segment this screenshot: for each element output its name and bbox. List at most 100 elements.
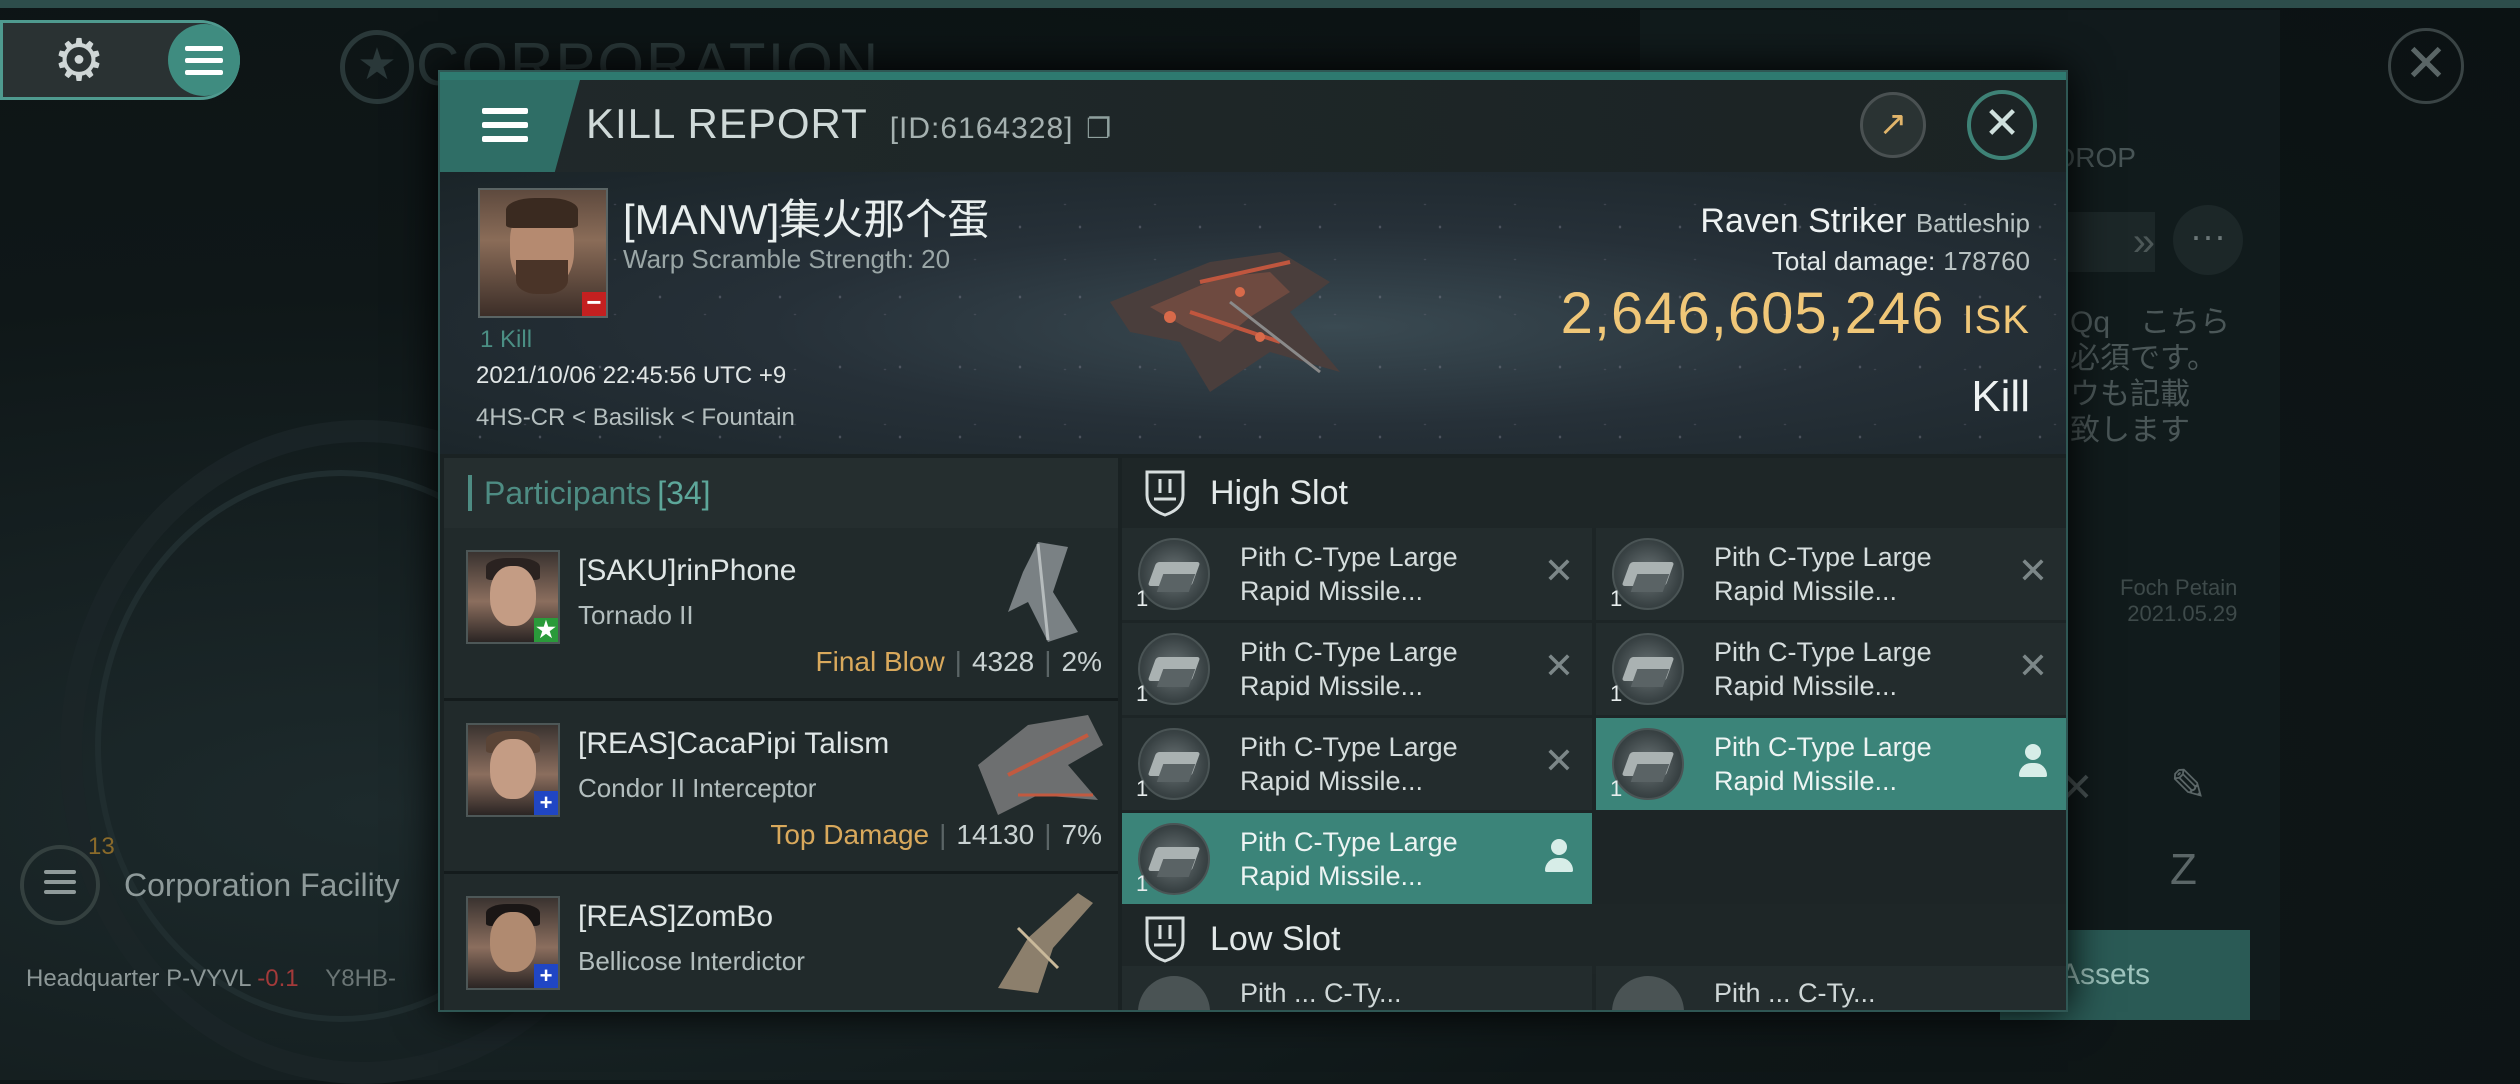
low-slot-section: Low Slot Pith ... C-Ty... Pith ... C-Ty.… [1122,904,2066,1010]
sleep-settings-icon[interactable]: Z [2170,845,2197,895]
kill-datetime: 2021/10/06 22:45:56 UTC +9 [476,362,787,389]
participant-ship-image [998,893,1093,993]
module-qty: 1 [1136,871,1149,896]
dialog-title: KILL REPORT [ID:6164328] ❐ [586,100,1112,148]
plus-badge-icon: + [534,791,558,815]
module-name: Pith ... C-Ty... [1240,978,1402,1008]
launcher-icon [1138,823,1210,895]
launcher-icon [1138,633,1210,705]
close-icon[interactable]: ✕ [1967,90,2037,160]
victim-detail: Warp Scramble Strength: 20 [623,244,951,274]
module-name-2: Rapid Missile... [1714,576,1898,606]
module-name-2: Rapid Missile... [1240,671,1424,701]
launcher-icon [1612,633,1684,705]
facility-count-badge: 13 [88,833,115,860]
module-name: Pith C-Type Large [1714,732,1932,762]
hq-label: Headquarter P-VYVL [26,965,251,992]
jp-line: ウも記載 [2070,378,2190,411]
module-qty: 1 [1610,681,1623,706]
star-badge-icon: ★ [534,618,558,642]
participant-avatar: ★ [466,550,560,644]
victim-portrait[interactable]: − [478,188,608,318]
background-author: Foch Petain 2021.05.29 [2120,575,2237,627]
module-name: Pith C-Type Large [1240,637,1458,667]
edit-icon[interactable]: ✎ [2170,760,2207,811]
launcher-icon [1612,728,1684,800]
participant-row[interactable]: + [REAS]CacaPipi Talism Condor II Interc… [444,701,1118,874]
launcher-icon [1612,538,1684,610]
module-item[interactable]: 1 Pith C-Type Large Rapid Missile... ✕ [1122,623,1592,715]
person-icon [2018,744,2048,780]
launcher-icon [1138,728,1210,800]
high-slot-label: High Slot [1210,473,1348,512]
participant-ship: Bellicose Interdictor [578,946,805,976]
background-jp-text: Qq こちら 必須です。 ウも記載 致します [2070,305,2230,449]
kill-location[interactable]: 4HS-CR < Basilisk < Fountain [476,404,795,432]
gear-icon[interactable]: ⚙ [48,30,110,92]
top-damage-tag: Top Damage [770,819,930,850]
jp-line: 致します [2070,414,2190,447]
destroyed-x-icon: ✕ [1543,550,1574,591]
hq-next: Y8HB- [325,965,396,992]
destroyed-x-icon: ✕ [2017,645,2048,686]
module-qty: 1 [1136,586,1149,611]
module-name-2: Rapid Missile... [1240,576,1424,606]
high-slot-grid: 1 Pith C-Type Large Rapid Missile... ✕ 1 … [1122,528,2066,905]
jp-line: 必須です。 [2070,342,2217,375]
copy-icon[interactable]: ❐ [1086,113,1112,144]
participant-row[interactable]: ★ [SAKU]rinPhone Tornado II Final Blow | 4… [444,528,1118,701]
module-icon [1138,976,1210,1010]
module-item[interactable]: 1 Pith C-Type Large Rapid Missile... [1122,813,1592,905]
high-slot-icon [1145,470,1185,517]
module-item[interactable]: 1 Pith C-Type Large Rapid Missile... ✕ [1122,718,1592,810]
background-close-icon[interactable]: ✕ [2388,28,2464,104]
module-name: Pith C-Type Large [1714,542,1932,572]
isk-unit: ISK [1962,298,2030,342]
module-item[interactable]: 1 Pith C-Type Large Rapid Missile... ✕ [1596,528,2066,620]
participant-avatar: + [466,723,560,817]
destroyed-x-icon: ✕ [2017,550,2048,591]
total-damage-value: 178760 [1943,246,2030,276]
module-name-2: Rapid Missile... [1714,671,1898,701]
kill-report-dialog: KILL REPORT [ID:6164328] ❐ ↗ ✕ − [MANW]集… [438,70,2068,1012]
destroyed-x-icon: ✕ [1543,645,1574,686]
main-menu-button[interactable] [168,24,240,96]
low-slot-label: Low Slot [1210,919,1341,958]
participant-stats: Final Blow | 4328 | 2% [815,646,1103,677]
participant-pct: 7% [1061,819,1102,850]
result-label: Kill [1971,372,2030,421]
top-edge-bar [0,0,2520,8]
hostile-minus-icon: − [582,289,606,316]
participant-row[interactable]: + [REAS]ZomBo Bellicose Interdictor [444,874,1118,1010]
chevron-right-icon[interactable]: » [2055,212,2155,272]
module-icon [1612,976,1684,1010]
participant-name: [SAKU]rinPhone [578,554,797,587]
ship-name[interactable]: Raven Striker Battleship [1700,202,2030,241]
module-name: Pith C-Type Large [1240,827,1458,857]
final-blow-tag: Final Blow [815,646,945,677]
title-text: KILL REPORT [586,100,868,147]
corporation-facility-button[interactable]: Corporation Facility [20,845,400,925]
high-slot-header: High Slot [1122,458,2066,528]
destroyed-x-icon: ✕ [1543,740,1574,781]
report-id: [ID:6164328] [889,112,1074,145]
more-options-icon[interactable]: ··· [2173,205,2243,275]
participant-stats: Top Damage | 14130 | 7% [770,819,1102,850]
isk-amount: 2,646,605,246 [1560,281,1945,346]
victim-name[interactable]: [MANW]集火那个蛋 [623,186,989,247]
ship-class: Battleship [1915,208,2030,238]
module-name-2: Rapid Missile... [1240,766,1424,796]
author-name: Foch Petain [2120,575,2238,600]
module-item[interactable]: 1 Pith C-Type Large Rapid Missile... ✕ [1122,528,1592,620]
participants-count: [34] [657,474,711,511]
module-qty: 1 [1610,586,1623,611]
module-item[interactable]: Pith ... C-Ty... [1596,966,2066,1010]
module-name-2: Rapid Missile... [1240,861,1424,891]
module-item[interactable]: 1 Pith C-Type Large Rapid Missile... [1596,718,2066,810]
total-damage-label: Total damage: [1771,246,1936,276]
plus-badge-icon: + [534,964,558,988]
module-item[interactable]: Pith ... C-Ty... [1122,966,1592,1010]
module-item[interactable]: 1 Pith C-Type Large Rapid Missile... ✕ [1596,623,2066,715]
module-name: Pith C-Type Large [1240,542,1458,572]
external-link-icon[interactable]: ↗ [1860,92,1926,158]
